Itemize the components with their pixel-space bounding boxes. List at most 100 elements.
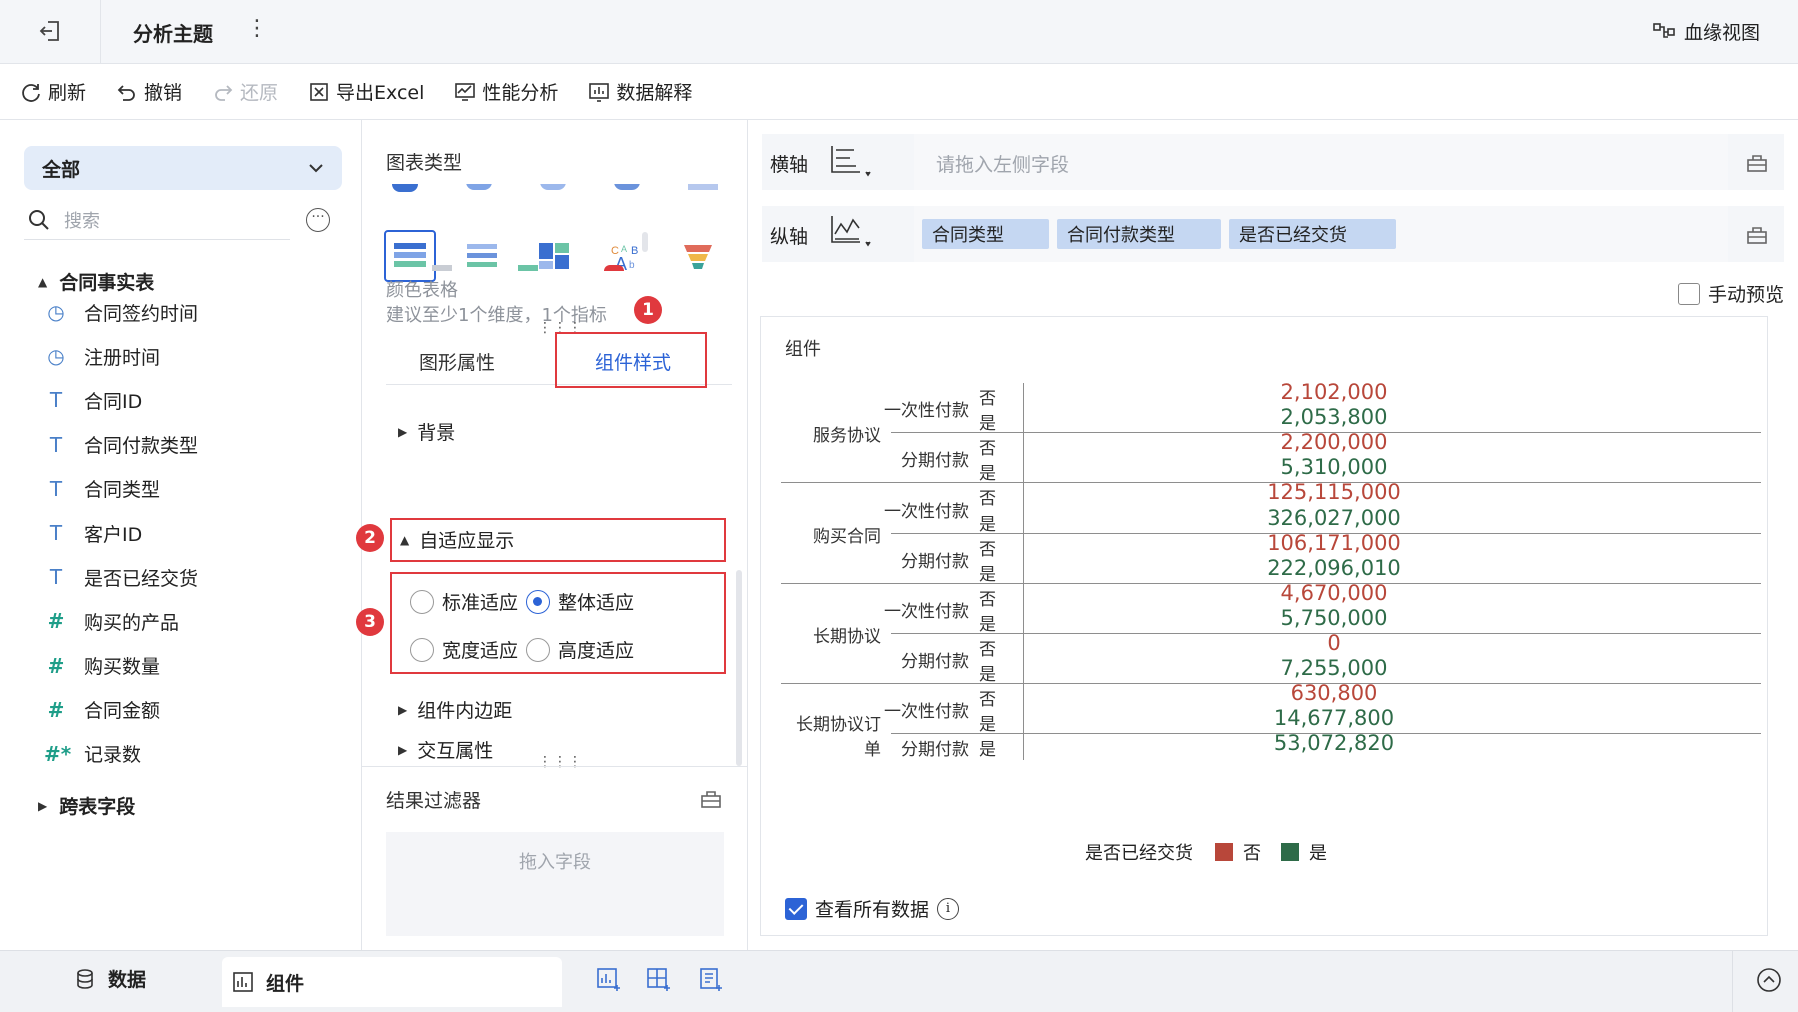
radio-circle[interactable] bbox=[526, 637, 550, 662]
props-scrollbar[interactable] bbox=[736, 570, 742, 766]
field-item[interactable]: #* 记录数 bbox=[44, 732, 198, 776]
redo-button[interactable]: 还原 bbox=[212, 78, 278, 105]
contract-type-cell: 长期协议 bbox=[813, 627, 881, 647]
y-axis-fields: 合同类型 合同付款类型 是否已经交货 bbox=[922, 219, 1396, 249]
field-label: 购买的产品 bbox=[84, 611, 180, 634]
y-axis-drop-area[interactable]: 合同类型 合同付款类型 是否已经交货 bbox=[914, 206, 1728, 262]
refresh-icon bbox=[22, 83, 40, 102]
refresh-button[interactable]: 刷新 bbox=[20, 78, 86, 105]
radio-overall-fit[interactable]: 整体适应 bbox=[526, 588, 634, 615]
performance-analysis-button[interactable]: 性能分析 bbox=[454, 78, 558, 105]
payment-type-cell: 一次性付款 bbox=[884, 601, 969, 622]
radio-circle[interactable] bbox=[410, 589, 434, 614]
chart-type-scrollbar[interactable] bbox=[642, 232, 648, 252]
info-icon[interactable]: i bbox=[937, 897, 960, 920]
field-item[interactable]: T 客户ID bbox=[44, 511, 198, 555]
chart-thumb[interactable] bbox=[540, 184, 566, 190]
lineage-label: 血缘视图 bbox=[1684, 22, 1761, 44]
manual-preview-toggle[interactable]: 手动预览 bbox=[1678, 280, 1784, 307]
field-item[interactable]: # 购买的产品 bbox=[44, 599, 198, 643]
x-axis-drop-area[interactable]: 请拖入左侧字段 bbox=[914, 134, 1728, 190]
chart-thumb[interactable] bbox=[466, 184, 492, 190]
field-item[interactable]: # 合同金额 bbox=[44, 688, 198, 732]
more-options-icon[interactable]: ⋮ bbox=[246, 16, 268, 41]
list-chart-button[interactable] bbox=[456, 230, 508, 282]
lock-icon[interactable] bbox=[700, 788, 722, 810]
interaction-section[interactable]: ▶ 交互属性 bbox=[398, 736, 493, 763]
filter-drop-zone[interactable]: 拖入字段 bbox=[386, 832, 724, 936]
lock-icon[interactable] bbox=[1746, 152, 1768, 174]
field-item[interactable]: T 合同ID bbox=[44, 378, 198, 422]
field-item[interactable]: T 是否已经交货 bbox=[44, 555, 198, 599]
chart-thumb[interactable] bbox=[614, 184, 640, 190]
y-field-pill[interactable]: 合同类型 bbox=[922, 219, 1049, 249]
divider bbox=[362, 766, 748, 767]
search-input[interactable]: 搜索 bbox=[24, 200, 290, 240]
radio-label: 高度适应 bbox=[558, 640, 635, 662]
flag-cell: 否 bbox=[979, 489, 996, 510]
add-dashboard-icon[interactable] bbox=[646, 967, 672, 993]
y-field-pill[interactable]: 是否已经交货 bbox=[1229, 219, 1396, 249]
component-tab[interactable]: 组件 bbox=[222, 957, 562, 1007]
radio-circle[interactable] bbox=[526, 589, 550, 614]
view-all-data-toggle[interactable]: 查看所有数据 i bbox=[785, 895, 960, 922]
add-chart-icon[interactable] bbox=[596, 967, 622, 993]
padding-section[interactable]: ▶ 组件内边距 bbox=[398, 696, 512, 723]
chart-thumb[interactable] bbox=[518, 265, 538, 271]
chart-thumb[interactable] bbox=[392, 184, 418, 192]
y-field-pill[interactable]: 合同付款类型 bbox=[1057, 219, 1221, 249]
treemap-chart-button[interactable] bbox=[528, 230, 580, 282]
top-bar: 分析主题 ⋮ 血缘视图 bbox=[0, 0, 1798, 64]
field-item[interactable]: T 合同付款类型 bbox=[44, 423, 198, 467]
undo-button[interactable]: 撤销 bbox=[116, 78, 182, 105]
chart-thumb[interactable] bbox=[432, 265, 452, 271]
field-item[interactable]: T 合同类型 bbox=[44, 467, 198, 511]
data-explain-button[interactable]: 数据解释 bbox=[588, 78, 692, 105]
funnel-chart-button[interactable] bbox=[672, 230, 724, 282]
lineage-view-button[interactable]: 血缘视图 bbox=[1652, 18, 1760, 45]
tab-chart-properties[interactable]: 图形属性 bbox=[382, 348, 532, 375]
color-table-chart-button[interactable] bbox=[384, 230, 436, 282]
export-excel-button[interactable]: 导出Excel bbox=[308, 78, 424, 105]
field-item[interactable]: ◷ 合同签约时间 bbox=[44, 290, 198, 334]
exit-icon[interactable] bbox=[38, 18, 66, 46]
step-badge-1: 1 bbox=[634, 296, 662, 324]
adaptive-label: 自适应显示 bbox=[419, 530, 515, 552]
field-item[interactable]: # 购买数量 bbox=[44, 644, 198, 688]
cross-table-node[interactable]: ▶ 跨表字段 bbox=[38, 792, 135, 819]
view-all-data-checkbox[interactable] bbox=[785, 897, 807, 920]
caret-right-icon: ▶ bbox=[38, 798, 48, 813]
data-tab[interactable]: 数据 bbox=[74, 965, 146, 992]
collapse-icon[interactable] bbox=[1756, 967, 1782, 993]
radio-standard-fit[interactable]: 标准适应 bbox=[410, 588, 518, 615]
chart-thumb[interactable] bbox=[688, 184, 718, 190]
data-explain-icon bbox=[589, 82, 610, 102]
field-item[interactable]: ◷ 注册时间 bbox=[44, 334, 198, 378]
lock-icon[interactable] bbox=[1746, 224, 1768, 246]
chart-type-row-partial-bottom bbox=[392, 265, 692, 271]
text-type-icon: T bbox=[49, 476, 63, 501]
resize-handle[interactable]: ⋮⋮⋮ bbox=[538, 754, 583, 770]
more-icon[interactable]: ··· bbox=[306, 208, 330, 232]
background-label: 背景 bbox=[417, 422, 456, 444]
scope-dropdown[interactable]: 全部 bbox=[24, 146, 342, 190]
flag-cell: 是 bbox=[979, 464, 996, 485]
radio-circle[interactable] bbox=[410, 637, 434, 662]
x-axis-type-dropdown[interactable] bbox=[828, 144, 872, 183]
x-axis-label: 横轴 bbox=[770, 154, 809, 176]
flag-cell: 否 bbox=[979, 589, 996, 610]
svg-text:B: B bbox=[631, 245, 638, 257]
radio-height-fit[interactable]: 高度适应 bbox=[526, 636, 634, 663]
chart-thumb[interactable] bbox=[604, 265, 624, 271]
background-section[interactable]: ▶ 背景 bbox=[398, 418, 455, 445]
toolbar: 刷新 撤销 还原 导出Excel 性能分析 数据解释 bbox=[0, 64, 1798, 120]
radio-width-fit[interactable]: 宽度适应 bbox=[410, 636, 518, 663]
value-cell: 0 bbox=[1327, 631, 1341, 655]
adaptive-display-section[interactable]: ▲ 自适应显示 bbox=[400, 526, 514, 553]
svg-text:A: A bbox=[621, 244, 627, 254]
add-report-icon[interactable] bbox=[698, 967, 724, 993]
manual-preview-checkbox[interactable] bbox=[1678, 282, 1700, 305]
y-axis-type-dropdown[interactable] bbox=[828, 214, 872, 253]
value-cell: 326,027,000 bbox=[1267, 505, 1401, 530]
value-cell: 14,677,800 bbox=[1273, 706, 1395, 731]
